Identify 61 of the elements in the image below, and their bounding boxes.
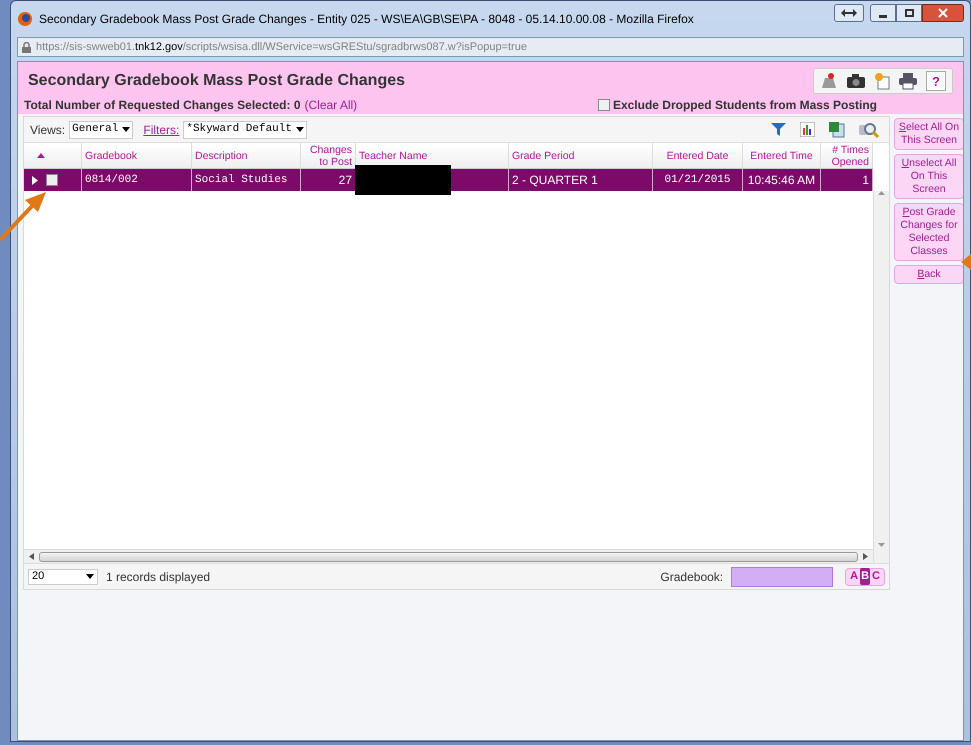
spreadsheet-icon[interactable] — [829, 122, 845, 138]
column-header[interactable]: Entered Date — [666, 150, 728, 162]
gradebook-search-field[interactable] — [731, 566, 834, 586]
clear-all-link[interactable]: (Clear All) — [304, 96, 358, 114]
column-header[interactable]: Grade Period — [512, 150, 574, 162]
dropdown-caret-icon[interactable] — [86, 574, 94, 579]
window-title: Secondary Gradebook Mass Post Grade Changes - Entity 025 - WS\EA\GB\SE\PA - 8048 - 05.14.10.00.08 - Mozilla Firefox — [39, 11, 694, 28]
side-button[interactable]: Unselect All On This Screen — [894, 154, 963, 199]
scroll-right-icon[interactable] — [863, 553, 868, 560]
column-header[interactable]: Teacher Name — [359, 150, 428, 162]
filters-link[interactable]: Filters: — [143, 120, 180, 138]
records-count: 1 records displayed — [106, 568, 210, 586]
column-header[interactable]: Gradebook — [85, 150, 137, 162]
side-button[interactable]: Select All On This Screen — [894, 118, 963, 150]
dropdown-caret-icon[interactable] — [296, 127, 304, 132]
print-icon[interactable] — [898, 72, 918, 90]
horizontal-scrollbar[interactable] — [39, 552, 858, 562]
sort-ascending-icon[interactable] — [37, 153, 45, 158]
column-header[interactable]: Description — [195, 150, 248, 162]
total-changes-label: Total Number of Requested Changes Selected: 0 — [24, 97, 300, 114]
minimize-button[interactable] — [870, 4, 896, 22]
resize-button[interactable] — [834, 4, 864, 22]
close-button[interactable] — [922, 4, 964, 22]
row-checkbox[interactable] — [46, 174, 58, 186]
gradebook-search-label: Gradebook: — [660, 568, 724, 586]
map-pin-icon[interactable] — [820, 72, 838, 90]
close-icon — [938, 8, 948, 18]
lock-icon — [22, 42, 31, 52]
column-header[interactable]: Entered Time — [750, 150, 813, 162]
views-dropdown[interactable]: General — [69, 120, 134, 138]
exclude-dropped-label: Exclude Dropped Students from Mass Posting — [612, 97, 877, 114]
abc-button[interactable]: A B C — [845, 568, 885, 586]
column-header[interactable]: # Times Opened — [824, 144, 869, 168]
exclude-dropped-checkbox[interactable] — [598, 99, 610, 111]
side-button[interactable]: Post Grade Changes for Selected Classes — [894, 203, 963, 261]
table-cell-text: 1 — [862, 172, 869, 189]
table-cell-text: Social Studies — [195, 172, 288, 188]
filter-icon[interactable] — [771, 123, 786, 136]
column-header[interactable]: Changes to Post — [304, 144, 352, 168]
annotation-arrow — [961, 252, 971, 272]
table-cell-text: 2 - QUARTER 1 — [512, 172, 598, 189]
views-label: Views: — [30, 122, 66, 138]
table-cell-text: 10:45:46 AM — [748, 172, 816, 189]
help-button[interactable]: ? — [926, 71, 946, 91]
camera-icon[interactable] — [846, 73, 866, 89]
search-icon[interactable] — [859, 120, 879, 138]
page-size-dropdown[interactable]: 20 — [28, 568, 98, 584]
page-title: Secondary Gradebook Mass Post Grade Changes — [28, 71, 406, 91]
scroll-left-icon[interactable] — [29, 553, 34, 560]
table-cell-text: 27 — [338, 172, 352, 189]
dropdown-caret-icon[interactable] — [122, 127, 130, 132]
expand-arrow-icon[interactable] — [32, 176, 38, 184]
maximize-button[interactable] — [896, 4, 922, 22]
new-note-icon[interactable] — [874, 72, 890, 90]
table-cell-text: 01/21/2015 — [664, 172, 730, 188]
bar-chart-icon[interactable] — [800, 122, 815, 137]
table-cell-text: 0814/002 — [85, 172, 138, 188]
side-button[interactable]: Back — [894, 265, 963, 284]
double-arrow-icon — [841, 9, 857, 17]
browser-logo-icon — [17, 11, 33, 27]
filters-dropdown[interactable]: *Skyward Default — [183, 120, 307, 138]
